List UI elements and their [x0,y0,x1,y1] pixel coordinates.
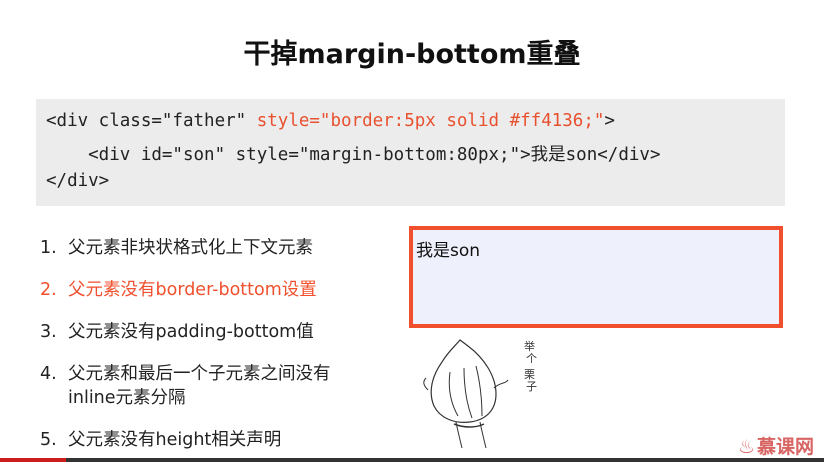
flame-icon: ♨ [737,436,755,458]
list-text: 父元素没有border-bottom设置 [68,280,317,300]
video-progress-fill [0,458,66,462]
watermark-text: 慕课网 [756,436,814,458]
list-text: 父元素和最后一个子元素之间没有inline元素分隔 [68,364,331,408]
slide-title: 干掉margin-bottom重叠 [243,39,581,70]
demo-son-text: 我是son [416,241,481,261]
list-number: 1. [40,238,57,258]
code-line-3: </div> [46,171,110,191]
list-number: 2. [40,280,57,300]
list-item: 3. 父元素没有padding-bottom值 [40,320,400,344]
code-line-2: <div id="son" style="margin-bottom:80px;… [46,145,661,165]
list-item: 2. 父元素没有border-bottom设置 [40,278,400,302]
code-block: <div class="father" style="border:5px so… [36,99,785,206]
code-line-1-end: > [604,111,615,131]
list-number: 3. [40,322,57,342]
list-text: 父元素没有height相关声明 [68,430,282,450]
list-text: 父元素非块状格式化上下文元素 [68,238,313,258]
list-text: 父元素没有padding-bottom值 [68,322,314,342]
list-item: 1. 父元素非块状格式化上下文元素 [40,236,400,260]
chestnut-sketch-illustration: 举 个 栗 子 [423,339,537,449]
demo-father-box: 我是son [409,226,783,328]
sketch-caption-char: 举 [524,339,535,353]
list-number: 4. [40,364,57,384]
list-number: 5. [40,430,57,450]
video-progress-bar[interactable] [0,458,824,462]
sketch-caption-char: 子 [526,380,537,393]
watermark-logo: ♨ 慕课网 [738,432,814,459]
list-item: 5. 父元素没有height相关声明 [40,428,400,452]
conditions-list: 1. 父元素非块状格式化上下文元素 2. 父元素没有border-bottom设… [40,236,400,470]
code-line-1: <div class="father" style="border:5px so… [46,111,615,131]
code-line-1-highlight: style="border:5px solid #ff4136;" [256,111,605,131]
list-item: 4. 父元素和最后一个子元素之间没有inline元素分隔 [40,362,368,410]
code-line-1-start: <div class="father" [46,111,257,131]
sketch-caption-char: 个 [526,352,537,365]
